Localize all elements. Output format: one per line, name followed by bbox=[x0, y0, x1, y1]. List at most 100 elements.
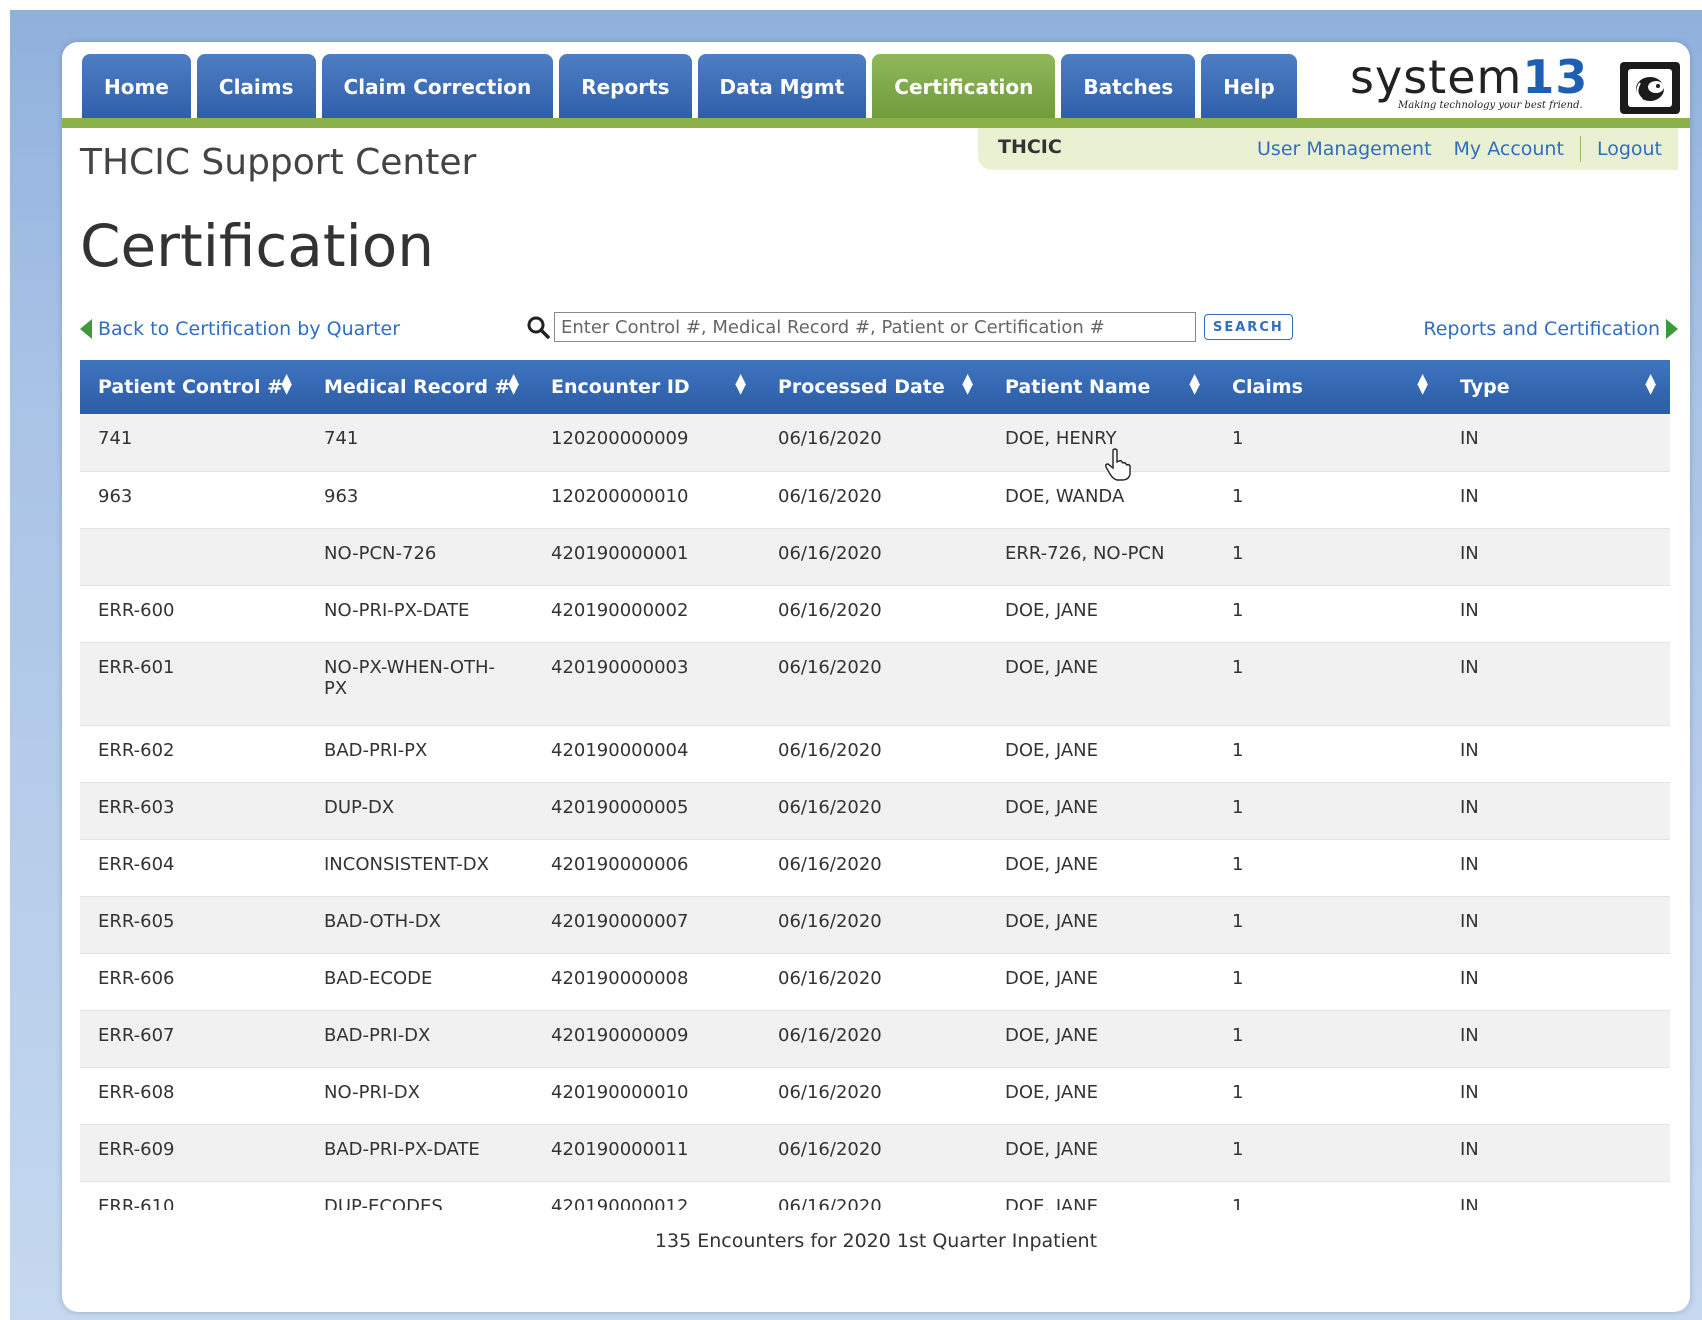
table-cell: 1 bbox=[1232, 1024, 1244, 1046]
table-cell: 420190000009 bbox=[551, 1024, 689, 1046]
nav-tab-data-mgmt[interactable]: Data Mgmt bbox=[697, 54, 867, 120]
sort-icon[interactable]: ▲ ▼ bbox=[281, 372, 292, 396]
search-input[interactable] bbox=[554, 312, 1196, 342]
table-cell: 1 bbox=[1232, 599, 1244, 621]
table-row[interactable]: ERR-604 INCONSISTENT-DX 420190000006 06/16/… bbox=[80, 839, 1670, 896]
table-cell: 420190000006 bbox=[551, 853, 689, 875]
table-cell: DOE, JANE bbox=[1005, 853, 1098, 875]
hand-pointer-cursor-icon bbox=[1104, 448, 1132, 482]
search-bar: SEARCH bbox=[526, 312, 1293, 342]
table-row[interactable]: ERR-609 BAD-PRI-PX-DATE 420190000011 06/16/… bbox=[80, 1124, 1670, 1181]
table-cell: 06/16/2020 bbox=[778, 485, 882, 507]
sort-icon[interactable]: ▲ ▼ bbox=[508, 372, 519, 396]
table-cell: DOE, JANE bbox=[1005, 796, 1098, 818]
table-cell: DOE, WANDA bbox=[1005, 485, 1125, 507]
table-cell: BAD-PRI-DX bbox=[324, 1024, 431, 1046]
nav-tab-claim-correction[interactable]: Claim Correction bbox=[321, 54, 554, 120]
table-cell: IN bbox=[1460, 1195, 1479, 1211]
table-cell: IN bbox=[1460, 485, 1479, 507]
logo-wordmark: system13 bbox=[1350, 50, 1589, 104]
table-row[interactable]: ERR-608 NO-PRI-DX 420190000010 06/16/2020 DO… bbox=[80, 1067, 1670, 1124]
table-cell: ERR-604 bbox=[98, 853, 175, 875]
my-account-link[interactable]: My Account bbox=[1454, 138, 1564, 160]
logout-link[interactable]: Logout bbox=[1597, 138, 1662, 160]
sort-icon[interactable]: ▲ ▼ bbox=[1417, 372, 1428, 396]
table-cell: DOE, JANE bbox=[1005, 599, 1098, 621]
column-header[interactable]: Processed Date ▲ ▼ bbox=[760, 360, 987, 414]
table-cell: 1 bbox=[1232, 796, 1244, 818]
nav-tab-batches[interactable]: Batches bbox=[1061, 54, 1196, 120]
reports-and-certification-link[interactable]: Reports and Certification bbox=[1423, 318, 1678, 340]
table-cell: IN bbox=[1460, 1138, 1479, 1160]
table-cell: BAD-PRI-PX bbox=[324, 739, 428, 761]
table-cell: BAD-ECODE bbox=[324, 967, 433, 989]
column-header[interactable]: Patient Control # ▲ ▼ bbox=[80, 360, 306, 414]
table-row[interactable]: ERR-600 NO-PRI-PX-DATE 420190000002 06/16/2… bbox=[80, 585, 1670, 642]
column-header[interactable]: Medical Record # ▲ ▼ bbox=[306, 360, 533, 414]
account-bar: THCIC User Management My Account Logout bbox=[978, 128, 1678, 170]
table-cell: 420190000005 bbox=[551, 796, 689, 818]
table-cell: 1 bbox=[1232, 739, 1244, 761]
table-cell: 06/16/2020 bbox=[778, 796, 882, 818]
table-row[interactable]: 741 741 120200000009 06/16/2020 DOE, HENRY 1 I… bbox=[80, 414, 1670, 471]
search-button[interactable]: SEARCH bbox=[1204, 314, 1293, 340]
user-management-link[interactable]: User Management bbox=[1257, 138, 1432, 160]
column-header[interactable]: Type ▲ ▼ bbox=[1442, 360, 1670, 414]
dog-logo-icon bbox=[1620, 62, 1680, 114]
table-cell: 06/16/2020 bbox=[778, 967, 882, 989]
table-cell: DUP-ECODES bbox=[324, 1195, 443, 1211]
site-title: THCIC Support Center bbox=[80, 142, 477, 183]
org-name: THCIC bbox=[998, 136, 1062, 158]
sort-icon[interactable]: ▲ ▼ bbox=[1189, 372, 1200, 396]
window-frame-top bbox=[0, 0, 1702, 10]
table-cell: NO-PX-WHEN-OTH-PX bbox=[324, 656, 496, 699]
table-row[interactable]: ERR-603 DUP-DX 420190000005 06/16/2020 DOE, … bbox=[80, 782, 1670, 839]
table-cell: 06/16/2020 bbox=[778, 428, 882, 449]
nav-tab-claims[interactable]: Claims bbox=[196, 54, 316, 120]
main-panel: Home Claims Claim Correction Reports Dat… bbox=[62, 42, 1690, 1312]
nav-tab-certification[interactable]: Certification bbox=[872, 54, 1056, 120]
table-row[interactable]: ERR-602 BAD-PRI-PX 420190000004 06/16/2020 D… bbox=[80, 725, 1670, 782]
table-row[interactable]: 963 963 120200000010 06/16/2020 DOE, WANDA 1 I… bbox=[80, 471, 1670, 528]
table-cell: IN bbox=[1460, 1024, 1479, 1046]
table-header-row: Patient Control # ▲ ▼ Medical Record # ▲ ▼ E… bbox=[80, 360, 1670, 414]
table-row[interactable]: ERR-606 BAD-ECODE 420190000008 06/16/2020 DO… bbox=[80, 953, 1670, 1010]
table-row[interactable]: ERR-605 BAD-OTH-DX 420190000007 06/16/2020 D… bbox=[80, 896, 1670, 953]
table-cell: DOE, JANE bbox=[1005, 1195, 1098, 1211]
table-cell: IN bbox=[1460, 796, 1479, 818]
encounters-table: Patient Control # ▲ ▼ Medical Record # ▲ ▼ E… bbox=[80, 360, 1670, 1210]
table-cell: ERR-607 bbox=[98, 1024, 175, 1046]
nav-tab-help[interactable]: Help bbox=[1201, 54, 1297, 120]
table-cell: IN bbox=[1460, 967, 1479, 989]
nav-tab-reports[interactable]: Reports bbox=[559, 54, 692, 120]
table-cell: 06/16/2020 bbox=[778, 1195, 882, 1211]
encounters-table-container[interactable]: Patient Control # ▲ ▼ Medical Record # ▲ ▼ E… bbox=[80, 360, 1670, 1210]
table-row[interactable]: ERR-601 NO-PX-WHEN-OTH-PX 420190000003 06/1… bbox=[80, 642, 1670, 725]
sort-icon[interactable]: ▲ ▼ bbox=[1645, 372, 1656, 396]
table-cell: 741 bbox=[98, 428, 133, 449]
column-header[interactable]: Claims ▲ ▼ bbox=[1214, 360, 1442, 414]
back-to-certification-link[interactable]: Back to Certification by Quarter bbox=[80, 318, 400, 340]
column-header[interactable]: Encounter ID ▲ ▼ bbox=[533, 360, 760, 414]
table-cell: IN bbox=[1460, 656, 1479, 678]
table-cell: 420190000001 bbox=[551, 542, 689, 564]
table-cell: 1 bbox=[1232, 910, 1244, 932]
sort-icon[interactable]: ▲ ▼ bbox=[962, 372, 973, 396]
table-row[interactable]: ERR-610 DUP-ECODES 420190000012 06/16/2020 D… bbox=[80, 1181, 1670, 1210]
sort-icon[interactable]: ▲ ▼ bbox=[735, 372, 746, 396]
table-body: 741 741 120200000009 06/16/2020 DOE, HENRY 1 I… bbox=[80, 414, 1670, 1210]
table-row[interactable]: NO-PCN-726 420190000001 06/16/2020 ERR-726,… bbox=[80, 528, 1670, 585]
table-cell: 1 bbox=[1232, 1195, 1244, 1211]
nav-tab-home[interactable]: Home bbox=[82, 54, 191, 120]
forward-link-label: Reports and Certification bbox=[1423, 318, 1660, 340]
table-cell: 06/16/2020 bbox=[778, 542, 882, 564]
table-cell: ERR-609 bbox=[98, 1138, 175, 1160]
table-cell: IN bbox=[1460, 1081, 1479, 1103]
column-header[interactable]: Patient Name ▲ ▼ bbox=[987, 360, 1214, 414]
system13-logo[interactable]: system13 Making technology your best fri… bbox=[1350, 50, 1680, 116]
arrow-left-icon bbox=[80, 319, 92, 339]
table-row[interactable]: ERR-607 BAD-PRI-DX 420190000009 06/16/2020 D… bbox=[80, 1010, 1670, 1067]
table-cell: DUP-DX bbox=[324, 796, 395, 818]
table-cell: DOE, JANE bbox=[1005, 656, 1098, 678]
table-cell: DOE, JANE bbox=[1005, 1024, 1098, 1046]
